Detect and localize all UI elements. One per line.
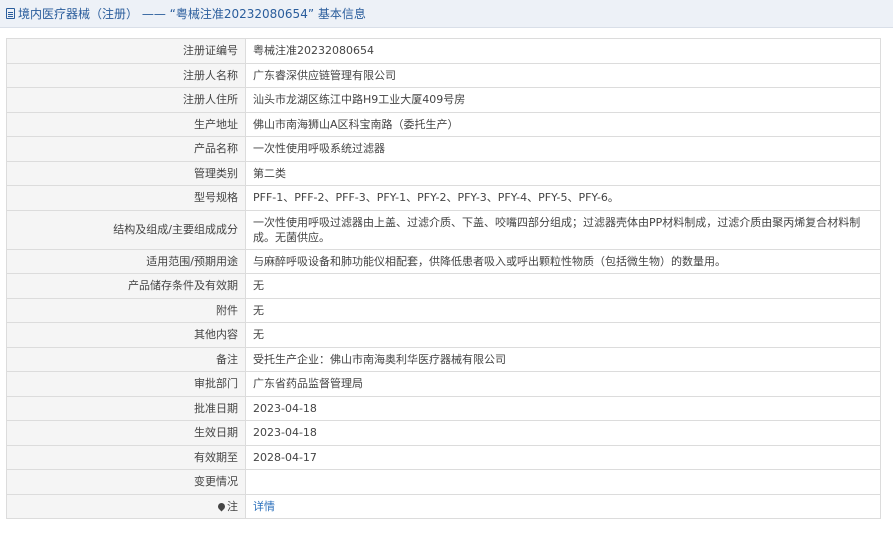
table-row: 变更情况 bbox=[6, 469, 881, 495]
table-row: 产品名称 一次性使用呼吸系统过滤器 bbox=[6, 136, 881, 162]
row-label: 附件 bbox=[6, 297, 246, 323]
table-row: 型号规格 PFF-1、PFF-2、PFF-3、PFY-1、PFY-2、PFY-3… bbox=[6, 185, 881, 211]
row-value: 汕头市龙湖区练江中路H9工业大厦409号房 bbox=[245, 87, 881, 113]
row-label: 变更情况 bbox=[6, 469, 246, 495]
table-row: 附件 无 bbox=[6, 297, 881, 323]
row-label: 有效期至 bbox=[6, 444, 246, 470]
row-label: 注册人名称 bbox=[6, 62, 246, 88]
row-label: 批准日期 bbox=[6, 395, 246, 421]
row-value: 一次性使用呼吸过滤器由上盖、过滤介质、下盖、咬嘴四部分组成；过滤器壳体由PP材料… bbox=[245, 209, 881, 250]
row-value: 广东省药品监督管理局 bbox=[245, 371, 881, 397]
row-label: 注册证编号 bbox=[6, 38, 246, 64]
table-row-note: 注 详情 bbox=[6, 493, 881, 519]
row-value: 无 bbox=[245, 297, 881, 323]
row-label: 生产地址 bbox=[6, 111, 246, 137]
table-row: 管理类别 第二类 bbox=[6, 160, 881, 186]
details-link[interactable]: 详情 bbox=[253, 500, 275, 513]
table-row: 有效期至 2028-04-17 bbox=[6, 444, 881, 470]
table-row: 其他内容 无 bbox=[6, 322, 881, 348]
table-row: 批准日期 2023-04-18 bbox=[6, 395, 881, 421]
row-value: 一次性使用呼吸系统过滤器 bbox=[245, 136, 881, 162]
table-row: 注册证编号 粤械注准20232080654 bbox=[6, 38, 881, 64]
table-row: 审批部门 广东省药品监督管理局 bbox=[6, 371, 881, 397]
row-label: 审批部门 bbox=[6, 371, 246, 397]
row-label: 管理类别 bbox=[6, 160, 246, 186]
row-label: 备注 bbox=[6, 346, 246, 372]
row-value: 广东睿深供应链管理有限公司 bbox=[245, 62, 881, 88]
row-value: 佛山市南海狮山A区科宝南路（委托生产） bbox=[245, 111, 881, 137]
table-row: 注册人住所 汕头市龙湖区练江中路H9工业大厦409号房 bbox=[6, 87, 881, 113]
table-row: 产品储存条件及有效期 无 bbox=[6, 273, 881, 299]
registration-info-table: 注册证编号 粤械注准20232080654 注册人名称 广东睿深供应链管理有限公… bbox=[6, 38, 881, 519]
table-row: 适用范围/预期用途 与麻醉呼吸设备和肺功能仪相配套，供降低患者吸入或呼出颗粒性物… bbox=[6, 248, 881, 274]
row-value: 无 bbox=[245, 273, 881, 299]
row-label: 产品储存条件及有效期 bbox=[6, 273, 246, 299]
table-row: 生产地址 佛山市南海狮山A区科宝南路（委托生产） bbox=[6, 111, 881, 137]
row-value: 与麻醉呼吸设备和肺功能仪相配套，供降低患者吸入或呼出颗粒性物质（包括微生物）的数… bbox=[245, 248, 881, 274]
row-label: 产品名称 bbox=[6, 136, 246, 162]
table-row: 注册人名称 广东睿深供应链管理有限公司 bbox=[6, 62, 881, 88]
row-value: 2023-04-18 bbox=[245, 395, 881, 421]
row-label: 适用范围/预期用途 bbox=[6, 248, 246, 274]
row-value bbox=[245, 469, 881, 495]
row-value: 无 bbox=[245, 322, 881, 348]
row-value: 2023-04-18 bbox=[245, 420, 881, 446]
note-value-cell: 详情 bbox=[245, 493, 881, 519]
table-row: 备注 受托生产企业：佛山市南海奥利华医疗器械有限公司 bbox=[6, 346, 881, 372]
row-value: PFF-1、PFF-2、PFF-3、PFY-1、PFY-2、PFY-3、PFY-… bbox=[245, 185, 881, 211]
row-label: 生效日期 bbox=[6, 420, 246, 446]
row-value: 第二类 bbox=[245, 160, 881, 186]
table-row: 结构及组成/主要组成成分 一次性使用呼吸过滤器由上盖、过滤介质、下盖、咬嘴四部分… bbox=[6, 209, 881, 250]
row-value: 粤械注准20232080654 bbox=[245, 38, 881, 64]
table-row: 生效日期 2023-04-18 bbox=[6, 420, 881, 446]
row-value: 2028-04-17 bbox=[245, 444, 881, 470]
note-label: 注 bbox=[227, 499, 238, 513]
pin-icon bbox=[216, 501, 227, 512]
row-label: 其他内容 bbox=[6, 322, 246, 348]
document-icon bbox=[6, 8, 15, 19]
breadcrumb-title: 境内医疗器械（注册） —— “粤械注准20232080654” 基本信息 bbox=[18, 7, 366, 21]
row-label: 注册人住所 bbox=[6, 87, 246, 113]
row-value: 受托生产企业：佛山市南海奥利华医疗器械有限公司 bbox=[245, 346, 881, 372]
row-label: 型号规格 bbox=[6, 185, 246, 211]
row-label: 结构及组成/主要组成成分 bbox=[6, 209, 246, 250]
note-label-cell: 注 bbox=[6, 493, 246, 519]
page-header: 境内医疗器械（注册） —— “粤械注准20232080654” 基本信息 bbox=[0, 0, 893, 28]
